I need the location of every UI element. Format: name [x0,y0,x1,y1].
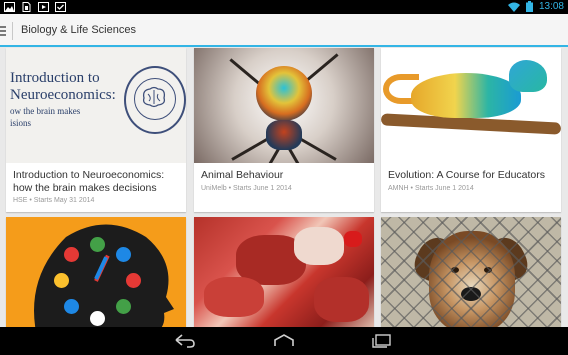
course-image [6,217,186,327]
course-title: Introduction to Neuroeconomics: how the … [13,169,165,194]
chameleon-image [411,73,521,118]
spider-image [256,66,312,121]
course-image-caption: Introduction to Neuroeconomics: ow the b… [10,70,116,128]
course-image [194,217,374,327]
course-image [194,48,374,163]
course-card-meat[interactable] [194,217,374,327]
clock-time: 13:08 [538,1,564,12]
course-image [381,217,561,327]
course-title: Animal Behaviour [201,169,284,181]
home-icon[interactable] [272,333,296,349]
check-icon [55,2,66,12]
course-card-dog[interactable] [381,217,561,327]
image-icon [4,2,15,12]
page-title[interactable]: Biology & Life Sciences [21,24,136,36]
recents-icon[interactable] [370,333,394,349]
course-card-animal-behaviour[interactable]: Animal Behaviour UniMelb • Starts June 1… [194,48,374,212]
course-card-evolution[interactable]: Evolution: A Course for Educators AMNH •… [381,48,561,212]
navigation-bar [0,327,568,355]
course-title: Evolution: A Course for Educators [388,169,546,181]
university-seal-icon [124,66,186,134]
fence-overlay [381,217,561,327]
status-bar: 13:08 [0,0,568,14]
drawer-menu-icon[interactable] [0,26,6,36]
action-bar-divider [12,22,13,40]
course-grid: Introduction to Neuroeconomics: ow the b… [0,47,568,327]
course-card-neuroeconomics[interactable]: Introduction to Neuroeconomics: ow the b… [6,48,186,212]
wifi-icon [507,2,520,12]
course-image: Introduction to Neuroeconomics: ow the b… [6,48,186,163]
back-icon[interactable] [173,333,197,349]
action-bar: Biology & Life Sciences [0,14,568,47]
video-icon [38,2,49,12]
course-image [381,48,561,163]
course-subtitle: AMNH • Starts June 1 2014 [388,184,474,192]
battery-icon [525,1,533,12]
course-subtitle: HSE • Starts May 31 2014 [13,197,95,204]
sim-icon [22,2,31,12]
brain-icon [142,86,166,108]
course-subtitle: UniMelb • Starts June 1 2014 [201,184,292,192]
course-card-clock[interactable] [6,217,186,327]
